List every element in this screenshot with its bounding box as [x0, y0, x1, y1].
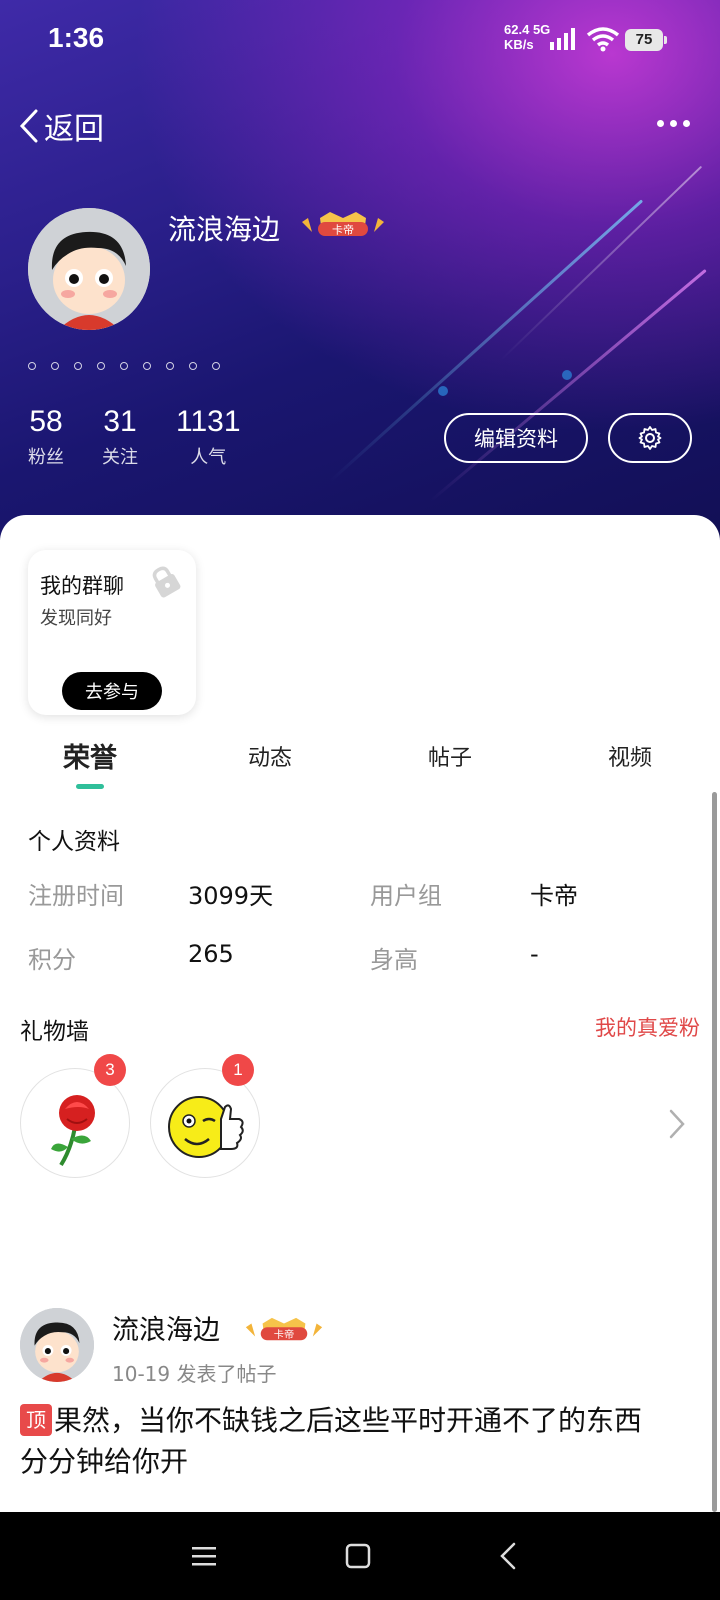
gift-count-badge: 3 [94, 1054, 126, 1086]
lock-icon [152, 566, 181, 598]
network-speed: 62.4 5G KB/s [504, 22, 551, 52]
light-streak [499, 165, 703, 362]
status-bar: 1:36 62.4 5G KB/s 75 [0, 0, 720, 80]
height-label: 身高 [370, 946, 418, 974]
stat-value: 58 [29, 405, 63, 438]
chevron-left-icon [19, 109, 38, 143]
badge-text: 卡帝 [274, 1328, 294, 1341]
vip-crown-badge: 卡帝 [245, 1317, 323, 1341]
cartoon-boy-avatar [20, 1308, 94, 1382]
points-label: 积分 [28, 946, 76, 974]
group-chat-card[interactable]: 我的群聊 发现同好 去参与 [28, 550, 196, 715]
stat-following[interactable]: 31 关注 [102, 405, 138, 469]
cartoon-boy-avatar [28, 208, 150, 330]
more-options-button[interactable] [657, 120, 690, 127]
username: 流浪海边 [168, 213, 281, 246]
post-text-line: 分分钟给你开 [20, 1445, 189, 1478]
dot [28, 362, 36, 370]
tab-posts[interactable]: 帖子 [400, 740, 500, 772]
reg-time-label: 注册时间 [28, 882, 124, 910]
gift-count-badge: 1 [222, 1054, 254, 1086]
active-tab-indicator [76, 784, 104, 789]
wifi-icon [586, 27, 620, 52]
more-dot [670, 120, 677, 127]
more-dot [657, 120, 664, 127]
stat-value: 31 [103, 405, 137, 438]
dot [120, 362, 128, 370]
user-group-label: 用户组 [370, 882, 442, 910]
reg-time-value: 3099天 [188, 882, 274, 910]
personal-info-title: 个人资料 [28, 829, 120, 855]
vip-crown-badge[interactable]: 卡帝 [300, 210, 386, 240]
gear-icon [638, 426, 662, 450]
back-icon[interactable] [498, 1542, 518, 1570]
signature-placeholder-dots [28, 362, 220, 370]
decor-dot [562, 370, 572, 380]
group-chat-subtitle: 发现同好 [40, 608, 112, 629]
battery-icon: 75 [625, 29, 663, 51]
post-author-name[interactable]: 流浪海边 [112, 1308, 220, 1347]
battery-tip [664, 36, 667, 44]
post-text-line: 果然，当你不缺钱之后这些平时开通不了的东西 [54, 1404, 643, 1437]
dot [212, 362, 220, 370]
height-value: - [530, 940, 539, 968]
stat-popularity[interactable]: 1131 人气 [176, 405, 241, 469]
true-fans-link[interactable]: 我的真爱粉 [595, 1012, 700, 1042]
dot [97, 362, 105, 370]
back-button[interactable]: 返回 [18, 104, 104, 148]
menu-icon[interactable] [190, 1542, 218, 1570]
user-group-value: 卡帝 [530, 882, 578, 910]
post-author-avatar[interactable] [20, 1308, 94, 1382]
profile-tabs: 荣誉 动态 帖子 视频 [0, 730, 720, 790]
stat-value: 1131 [176, 405, 241, 438]
profile-stats: 58 粉丝 31 关注 1131 人气 [28, 405, 279, 469]
scrollbar[interactable] [712, 792, 717, 1512]
gift-wall-title: 礼物墙 [20, 1019, 89, 1045]
chevron-right-icon[interactable] [668, 1108, 686, 1140]
tab-honor[interactable]: 荣誉 [40, 736, 140, 775]
top-nav-bar: 返回 [0, 100, 720, 150]
join-group-button[interactable]: 去参与 [62, 672, 162, 710]
system-navigation-bar [0, 1512, 720, 1600]
more-dot [683, 120, 690, 127]
stat-label: 粉丝 [28, 447, 64, 468]
stat-label: 人气 [190, 447, 227, 468]
light-streak [429, 268, 707, 503]
badge-text: 卡帝 [332, 223, 354, 237]
decor-dot [438, 386, 448, 396]
post-content[interactable]: 顶果然，当你不缺钱之后这些平时开通不了的东西 分分钟给你开 [20, 1400, 700, 1482]
dot [189, 362, 197, 370]
dot [143, 362, 151, 370]
dot [74, 362, 82, 370]
group-chat-title: 我的群聊 [40, 574, 124, 598]
points-value: 265 [188, 940, 234, 968]
settings-button[interactable] [608, 413, 692, 463]
edit-profile-button[interactable]: 编辑资料 [444, 413, 588, 463]
pinned-tag: 顶 [20, 1404, 52, 1436]
tab-videos[interactable]: 视频 [580, 740, 680, 772]
stat-label: 关注 [102, 447, 138, 468]
stat-fans[interactable]: 58 粉丝 [28, 405, 64, 469]
dot [51, 362, 59, 370]
back-label: 返回 [44, 112, 104, 147]
post-meta: 10-19 发表了帖子 [112, 1362, 277, 1386]
home-icon[interactable] [344, 1542, 372, 1570]
avatar[interactable] [28, 208, 150, 330]
clock: 1:36 [48, 22, 105, 53]
dot [166, 362, 174, 370]
tab-activity[interactable]: 动态 [220, 740, 320, 772]
signal-icon [550, 28, 575, 50]
